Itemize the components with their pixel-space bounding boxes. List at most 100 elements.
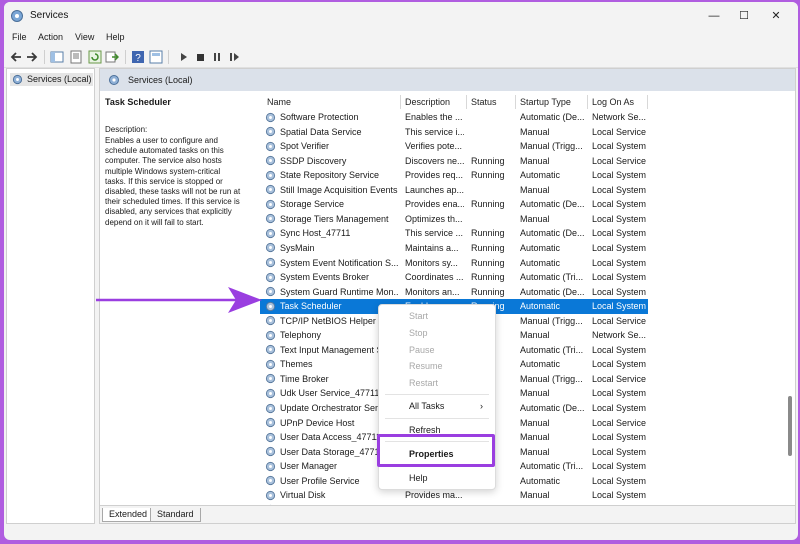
- cell-name: Storage Tiers Management: [280, 213, 389, 224]
- cell-description: This service ...: [405, 228, 464, 239]
- service-gear-icon: [265, 156, 276, 166]
- refresh-icon[interactable]: [88, 50, 102, 64]
- table-row[interactable]: System Event Notification S... Monitors s…: [260, 256, 648, 271]
- table-row[interactable]: Virtual Disk Provides ma... Manual Local Sy…: [260, 488, 648, 503]
- minimize-button[interactable]: —: [706, 8, 722, 24]
- menu-action[interactable]: Action: [38, 32, 63, 42]
- cell-log-on-as: Local System: [592, 388, 646, 399]
- table-row[interactable]: State Repository Service Provides req... R…: [260, 168, 648, 183]
- cell-log-on-as: Local System: [592, 213, 646, 224]
- column-header-startup-type[interactable]: Startup Type: [520, 97, 571, 107]
- menu-item-all-tasks[interactable]: All Tasks: [409, 401, 444, 411]
- cell-startup-type: Manual: [520, 432, 550, 443]
- cell-log-on-as: Local Service: [592, 417, 646, 428]
- view-tabs: Extended Standard: [100, 505, 795, 523]
- table-row[interactable]: Software Protection Enables the ... Automa…: [260, 110, 648, 125]
- maximize-button[interactable]: ☐: [736, 8, 752, 24]
- window-title: Services: [30, 10, 69, 21]
- table-row[interactable]: Still Image Acquisition Events Launches a…: [260, 183, 648, 198]
- help-icon[interactable]: ?: [131, 50, 145, 64]
- table-row[interactable]: Spot Verifier Verifies pote... Manual (Tri…: [260, 139, 648, 154]
- menu-item-restart[interactable]: Restart: [409, 378, 438, 388]
- service-gear-icon: [265, 272, 276, 282]
- cell-log-on-as: Local Service: [592, 315, 646, 326]
- cell-startup-type: Automatic: [520, 257, 561, 268]
- export-icon[interactable]: [105, 50, 119, 64]
- menu-item-stop[interactable]: Stop: [409, 328, 428, 338]
- vertical-scrollbar[interactable]: [785, 91, 795, 505]
- cell-log-on-as: Local System: [592, 490, 646, 501]
- cell-startup-type: Automatic: [520, 242, 561, 253]
- cell-status: Running: [471, 228, 505, 239]
- table-row[interactable]: SSDP Discovery Discovers ne... Running Manu…: [260, 154, 648, 169]
- properties-icon[interactable]: [69, 50, 83, 64]
- cell-description: Optimizes th...: [405, 213, 463, 224]
- toolbar-separator: [168, 50, 169, 64]
- cell-startup-type: Manual: [520, 446, 550, 457]
- cell-startup-type: Manual: [520, 388, 550, 399]
- service-gear-icon: [265, 403, 276, 413]
- cell-name: Storage Service: [280, 199, 345, 210]
- console-tree: Services (Local): [6, 68, 95, 524]
- forward-icon[interactable]: [25, 50, 39, 64]
- column-header-description[interactable]: Description: [405, 97, 450, 107]
- cell-startup-type: Manual (Trigg...: [520, 141, 583, 152]
- console-tree-icon[interactable]: [50, 50, 64, 64]
- service-gear-icon: [265, 141, 276, 151]
- tree-item-services-local[interactable]: Services (Local): [10, 73, 93, 86]
- menu-item-pause[interactable]: Pause: [409, 345, 435, 355]
- menu-view[interactable]: View: [75, 32, 94, 42]
- service-gear-icon: [265, 447, 276, 457]
- menu-item-start[interactable]: Start: [409, 311, 428, 321]
- column-divider[interactable]: [515, 95, 516, 109]
- cell-startup-type: Manual: [520, 330, 550, 341]
- back-icon[interactable]: [9, 50, 23, 64]
- column-header-log-on-as[interactable]: Log On As: [592, 97, 634, 107]
- table-row[interactable]: Spatial Data Service This service i... Man…: [260, 125, 648, 140]
- table-row[interactable]: Sync Host_47711 This service ... Running Au…: [260, 226, 648, 241]
- service-gear-icon: [265, 199, 276, 209]
- snapin-icon[interactable]: [149, 50, 163, 64]
- scrollbar-thumb[interactable]: [788, 396, 792, 456]
- table-row[interactable]: Storage Tiers Management Optimizes th... M…: [260, 212, 648, 227]
- cell-description: Maintains a...: [405, 242, 459, 253]
- close-button[interactable]: ✕: [768, 8, 784, 24]
- services-gear-icon: [109, 75, 119, 85]
- tab-standard[interactable]: Standard: [150, 508, 201, 522]
- start-icon[interactable]: [176, 50, 190, 64]
- menu-file[interactable]: File: [12, 32, 27, 42]
- table-row[interactable]: SysMain Maintains a... Running Automatic Loc…: [260, 241, 648, 256]
- cell-startup-type: Manual (Trigg...: [520, 315, 583, 326]
- column-divider[interactable]: [647, 95, 648, 109]
- service-gear-icon: [265, 301, 276, 311]
- description-line: schedule automated tasks on this: [105, 146, 224, 156]
- cell-status: Running: [471, 272, 505, 283]
- menu-item-help[interactable]: Help: [409, 473, 428, 483]
- service-gear-icon: [265, 330, 276, 340]
- column-header-status[interactable]: Status: [471, 97, 497, 107]
- cell-status: Running: [471, 286, 505, 297]
- service-gear-icon: [265, 417, 276, 428]
- service-gear-icon: [265, 388, 276, 399]
- pause-icon[interactable]: [210, 50, 224, 64]
- column-divider[interactable]: [400, 95, 401, 109]
- description-line: depend on it will fail to start.: [105, 217, 204, 227]
- tab-extended[interactable]: Extended: [102, 508, 155, 522]
- description-line: disabled, these tasks will not be run at: [105, 187, 241, 197]
- table-row[interactable]: System Events Broker Coordinates ... Runni…: [260, 270, 648, 285]
- stop-icon[interactable]: [193, 50, 207, 64]
- table-row[interactable]: System Guard Runtime Mon... Monitors an..…: [260, 285, 648, 300]
- column-divider[interactable]: [587, 95, 588, 109]
- service-gear-icon: [265, 243, 276, 253]
- restart-icon[interactable]: [227, 50, 241, 64]
- table-row[interactable]: Storage Service Provides ena... Running Aut…: [260, 197, 648, 212]
- menu-item-resume[interactable]: Resume: [409, 361, 443, 371]
- menu-help[interactable]: Help: [106, 32, 125, 42]
- description-line: disabled, any services that explicitly: [105, 207, 232, 217]
- tree-item-label: Services (Local): [27, 74, 92, 84]
- description-line: their scheduled times. If this service i…: [105, 197, 240, 207]
- cell-name: Spatial Data Service: [280, 126, 362, 137]
- cell-log-on-as: Local System: [592, 257, 646, 268]
- column-header-name[interactable]: Name: [267, 97, 291, 107]
- column-divider[interactable]: [466, 95, 467, 109]
